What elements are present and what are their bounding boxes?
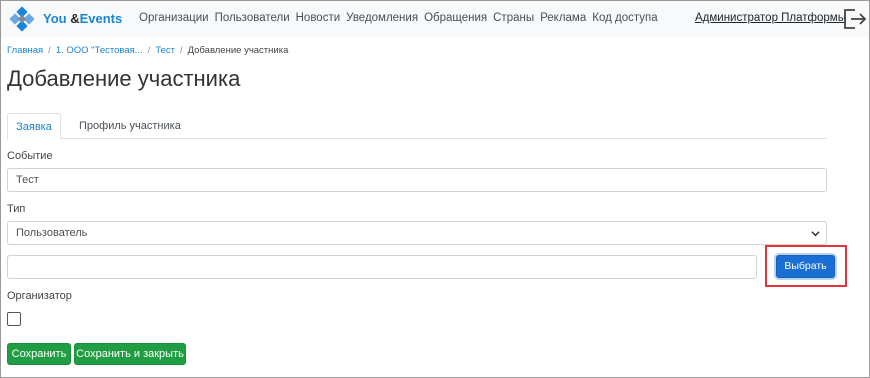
nav-link-ads[interactable]: Реклама: [540, 12, 586, 24]
brand-suffix: Events: [79, 11, 123, 26]
nav-link-organizations[interactable]: Организации: [139, 12, 209, 24]
nav-link-access-code[interactable]: Код доступа: [592, 12, 657, 24]
breadcrumb: Главная / 1. ООО "Тестовая... / Тест / Д…: [7, 45, 288, 56]
breadcrumb-current: Добавление участника: [187, 45, 289, 56]
organizer-checkbox[interactable]: [7, 312, 21, 326]
breadcrumb-organization[interactable]: 1. ООО "Тестовая...: [56, 45, 143, 56]
nav-link-news[interactable]: Новости: [296, 12, 341, 24]
nav-link-users[interactable]: Пользователи: [215, 12, 290, 24]
top-navbar: You &Events Организации Пользователи Нов…: [1, 1, 869, 37]
user-select-input[interactable]: [7, 255, 757, 279]
breadcrumb-event[interactable]: Тест: [155, 45, 175, 56]
tab-bar: Заявка Профиль участника: [7, 113, 827, 140]
logout-icon[interactable]: [841, 6, 867, 32]
tab-participant-profile[interactable]: Профиль участника: [69, 113, 191, 139]
save-and-close-button[interactable]: Сохранить и закрыть: [74, 343, 186, 365]
brand-logo-icon[interactable]: [9, 6, 35, 32]
organizer-label: Организатор: [7, 290, 72, 302]
admin-user-link[interactable]: Администратор Платформы: [695, 12, 846, 24]
tab-request[interactable]: Заявка: [7, 113, 61, 140]
type-select[interactable]: Пользователь: [7, 221, 827, 245]
breadcrumb-separator: /: [179, 45, 183, 56]
breadcrumb-home[interactable]: Главная: [7, 45, 43, 56]
breadcrumb-separator: /: [147, 45, 151, 56]
breadcrumb-separator: /: [48, 45, 51, 56]
event-label: Событие: [7, 150, 53, 162]
select-button[interactable]: Выбрать: [776, 255, 835, 278]
brand-amp: &: [70, 11, 80, 26]
save-button[interactable]: Сохранить: [7, 343, 71, 365]
nav-link-requests[interactable]: Обращения: [424, 12, 487, 24]
type-select-value: Пользователь: [16, 227, 88, 239]
brand-name[interactable]: You &Events: [43, 11, 122, 26]
page-title: Добавление участника: [7, 66, 241, 91]
nav-links: Организации Пользователи Новости Уведомл…: [139, 12, 664, 24]
brand-name-part: You: [43, 11, 67, 26]
event-input[interactable]: Тест: [7, 168, 827, 192]
type-label: Тип: [7, 203, 26, 215]
nav-link-countries[interactable]: Страны: [493, 12, 534, 24]
chevron-down-icon: [811, 231, 820, 237]
nav-link-notifications[interactable]: Уведомления: [346, 12, 418, 24]
